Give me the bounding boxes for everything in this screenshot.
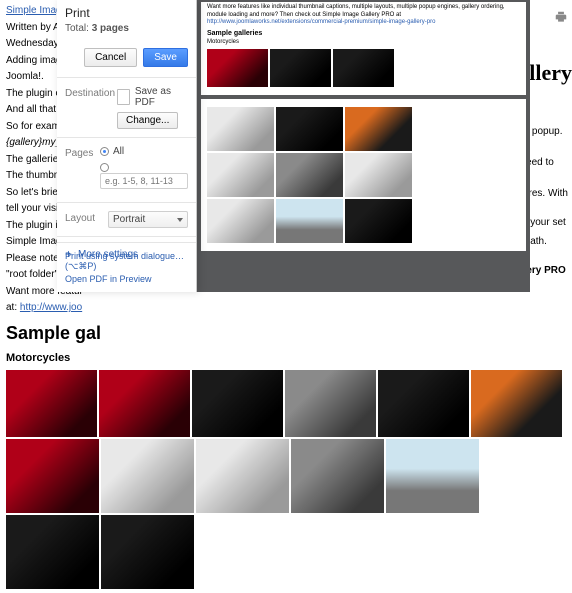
gallery-thumb[interactable] — [99, 370, 190, 437]
pages-all-radio[interactable] — [100, 147, 109, 156]
pages-row: Pages All — [57, 140, 196, 200]
gallery-thumb[interactable] — [101, 515, 194, 589]
preview-page-1: Want more features like individual thumb… — [201, 2, 526, 95]
gallery-thumb[interactable] — [101, 439, 194, 513]
preview-promo: Want more features like individual thumb… — [207, 4, 520, 19]
preview-thumb — [333, 49, 394, 87]
gallery-thumb[interactable] — [471, 370, 562, 437]
gallery-thumb[interactable] — [378, 370, 469, 437]
at-label: at: — [6, 302, 20, 313]
gallery-thumb[interactable] — [6, 370, 97, 437]
layout-row: Layout Portrait — [57, 205, 196, 234]
preview-promo-link: http://www.joomlaworks.net/extensions/co… — [207, 19, 435, 25]
change-destination-button[interactable]: Change... — [117, 112, 178, 129]
gallery-thumb[interactable] — [291, 439, 384, 513]
destination-value: Save as PDF — [135, 86, 188, 108]
pages-all-label: All — [113, 146, 124, 157]
preview-thumb — [207, 107, 274, 151]
promo-link-trunc[interactable]: http://www.joo — [20, 302, 82, 313]
gallery-grid — [6, 370, 566, 589]
pages-range-radio[interactable] — [100, 163, 109, 172]
preview-thumb — [276, 153, 343, 197]
layout-value: Portrait — [113, 214, 145, 225]
dialog-total: Total: 3 pages — [65, 23, 188, 34]
pages-range-input[interactable] — [100, 173, 188, 189]
preview-moto-heading: Motorcycles — [207, 39, 520, 47]
preview-page-2 — [201, 99, 526, 251]
open-pdf-preview-link[interactable]: Open PDF in Preview — [65, 274, 152, 284]
preview-thumb — [276, 199, 343, 243]
system-dialogue-link[interactable]: Print using system dialogue… (⌥⌘P) — [65, 251, 184, 271]
moto-heading: Motorcycles — [6, 351, 566, 366]
pages-label: Pages — [65, 146, 94, 159]
print-preview-panel: Want more features like individual thumb… — [197, 0, 530, 292]
chevron-down-icon — [177, 218, 183, 222]
gallery-thumb[interactable] — [6, 515, 99, 589]
gallery-thumb[interactable] — [6, 439, 99, 513]
print-dialog: Print Total: 3 pages Cancel Save Destina… — [57, 0, 197, 292]
layout-label: Layout — [65, 211, 102, 224]
gallery-thumb[interactable] — [285, 370, 376, 437]
preview-thumb — [207, 153, 274, 197]
save-button[interactable]: Save — [143, 48, 188, 67]
samples-heading: Sample gal — [6, 321, 566, 345]
destination-label: Destination — [65, 86, 111, 99]
preview-thumb — [345, 107, 412, 151]
pdf-icon — [117, 89, 130, 105]
preview-thumb — [207, 199, 274, 243]
dialog-title: Print — [65, 6, 188, 20]
print-icon[interactable] — [554, 10, 568, 24]
preview-thumb — [345, 199, 412, 243]
cancel-button[interactable]: Cancel — [84, 48, 137, 67]
destination-row: Destination Save as PDF Change... — [57, 80, 196, 135]
gallery-thumb[interactable] — [192, 370, 283, 437]
gallery-thumb[interactable] — [386, 439, 479, 513]
preview-thumb — [207, 49, 268, 87]
gallery-thumb[interactable] — [196, 439, 289, 513]
preview-thumb — [345, 153, 412, 197]
preview-samples-heading: Sample galleries — [207, 30, 520, 39]
layout-select[interactable]: Portrait — [108, 211, 188, 228]
preview-thumb — [276, 107, 343, 151]
preview-thumb — [270, 49, 331, 87]
